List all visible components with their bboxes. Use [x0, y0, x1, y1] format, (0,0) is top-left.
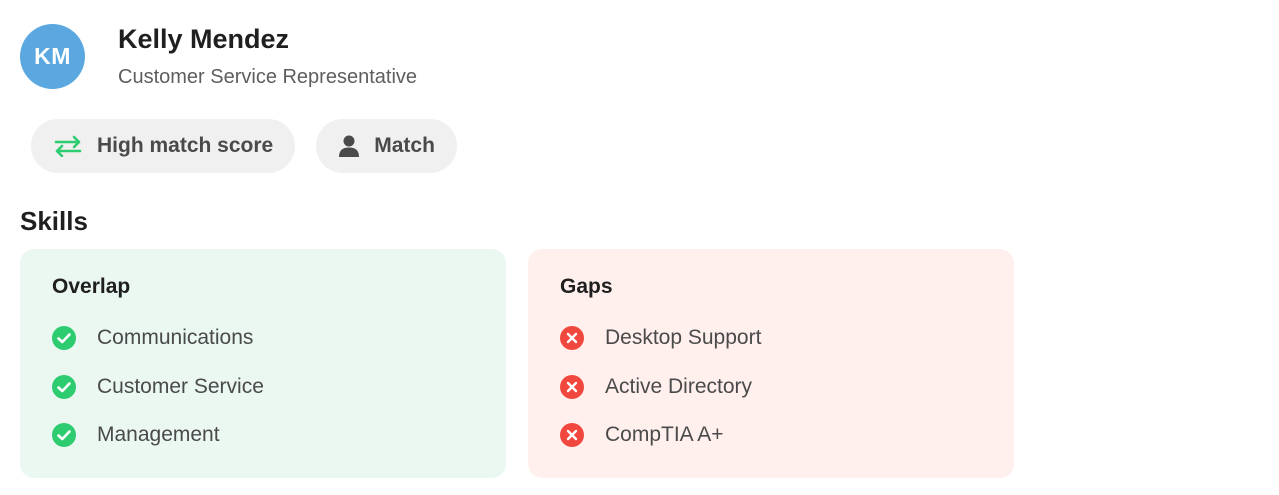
skill-label: Communications — [97, 326, 254, 349]
skill-label: Management — [97, 423, 220, 446]
match-badge[interactable]: Match — [316, 119, 457, 173]
check-circle-icon — [52, 326, 76, 350]
profile-header: KM Kelly Mendez Customer Service Represe… — [20, 24, 417, 89]
list-item: CompTIA A+ — [560, 423, 982, 447]
overlap-title: Overlap — [52, 275, 131, 298]
x-circle-icon — [560, 374, 584, 399]
skill-label: Desktop Support — [605, 326, 762, 349]
x-circle-icon — [560, 326, 584, 350]
list-item: Active Directory — [560, 374, 982, 399]
skill-label: CompTIA A+ — [605, 423, 724, 446]
list-item: Customer Service — [52, 374, 474, 399]
overlap-card: Overlap Communications Customer Service … — [20, 249, 506, 478]
list-item: Communications — [52, 326, 474, 350]
list-item: Desktop Support — [560, 326, 982, 350]
badge-row: High match score Match — [31, 119, 457, 173]
gaps-list: Desktop Support Active Directory CompTIA… — [560, 326, 982, 447]
swap-arrows-icon — [53, 135, 83, 157]
overlap-list: Communications Customer Service Manageme… — [52, 326, 474, 447]
profile-identity: Kelly Mendez Customer Service Representa… — [118, 24, 417, 89]
gaps-title: Gaps — [560, 275, 613, 298]
candidate-title: Customer Service Representative — [118, 66, 418, 88]
gaps-card: Gaps Desktop Support Active Directory Co… — [528, 249, 1014, 478]
candidate-name: Kelly Mendez — [118, 24, 290, 54]
skill-label: Active Directory — [605, 374, 753, 398]
check-circle-icon — [52, 423, 76, 447]
person-icon — [338, 134, 360, 158]
skills-heading: Skills — [20, 206, 88, 236]
skill-label: Customer Service — [97, 374, 264, 398]
match-label: Match — [374, 134, 435, 157]
check-circle-icon — [52, 374, 76, 399]
high-match-score-label: High match score — [97, 134, 274, 157]
x-circle-icon — [560, 423, 584, 447]
high-match-score-badge[interactable]: High match score — [31, 119, 296, 173]
avatar: KM — [20, 24, 85, 89]
list-item: Management — [52, 423, 474, 447]
